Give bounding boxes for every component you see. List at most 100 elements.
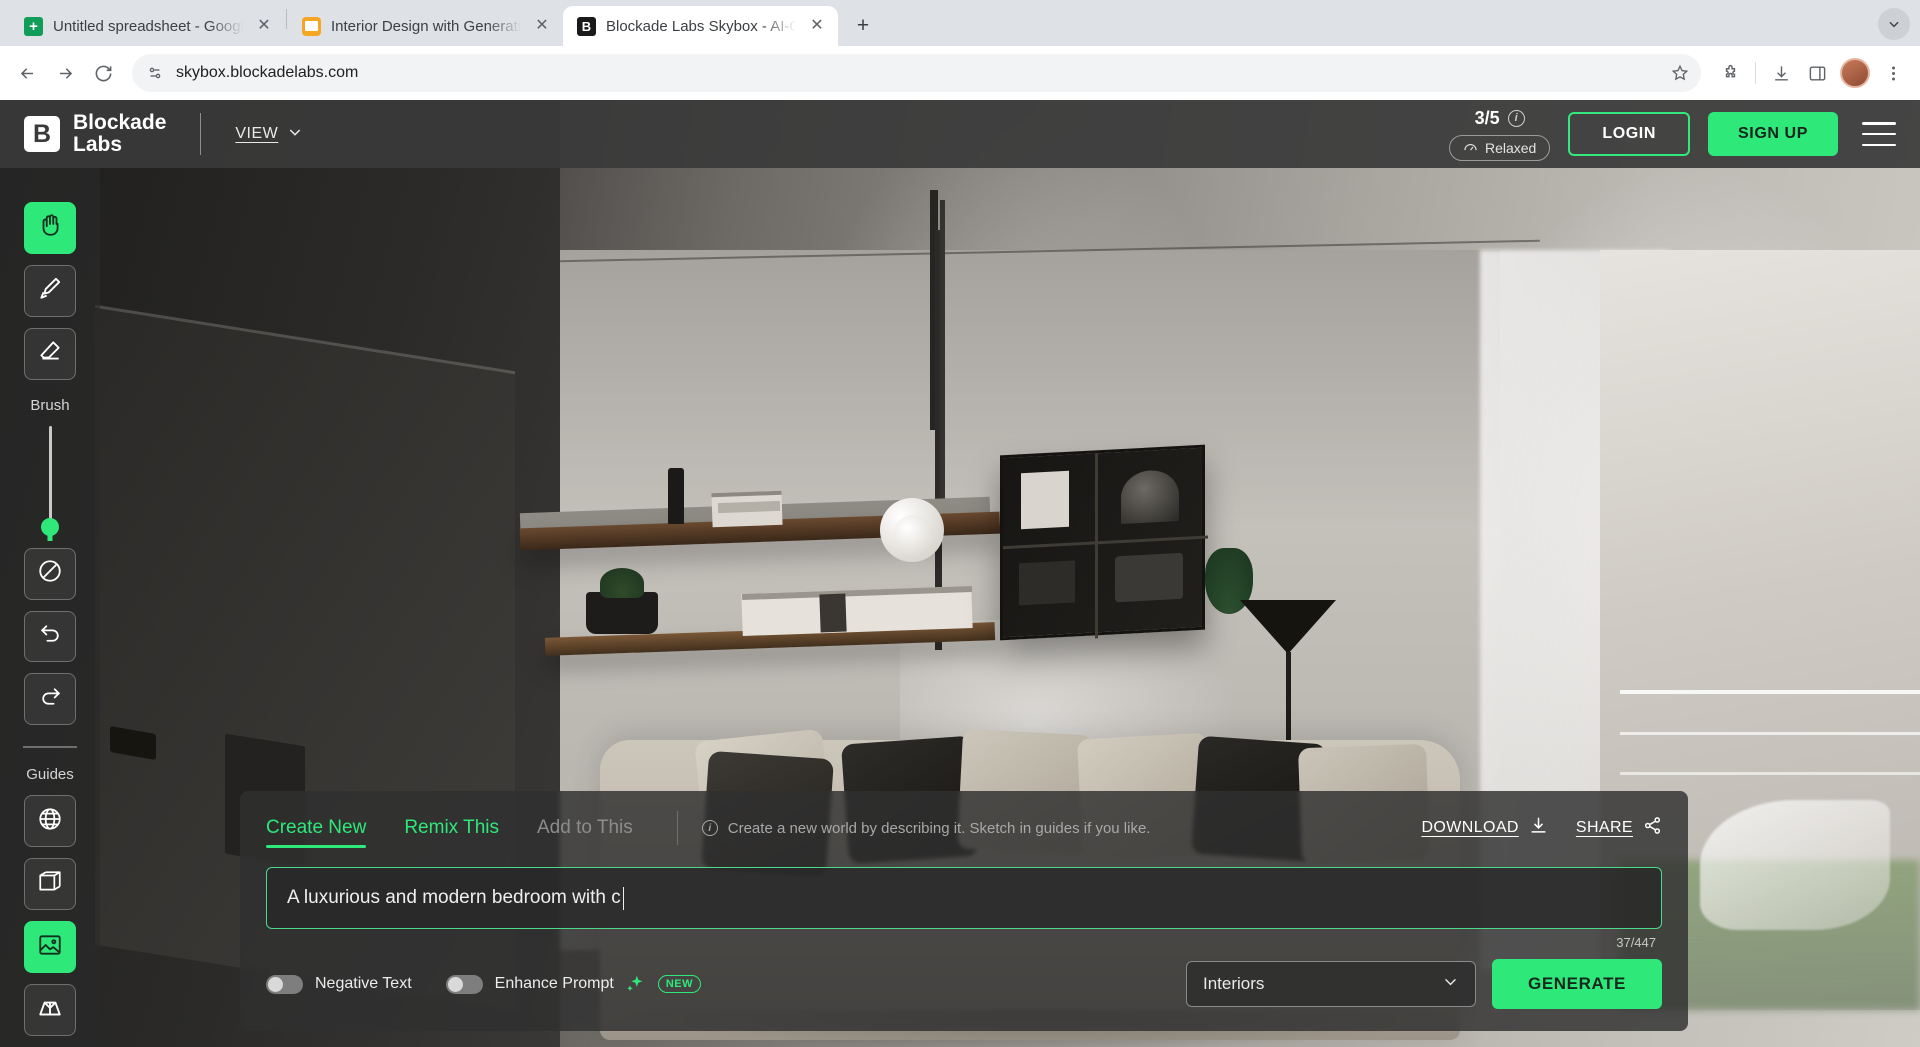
cube-guide-button[interactable] [24, 858, 76, 910]
clear-guides-button[interactable] [24, 548, 76, 600]
logo-line-2: Labs [73, 134, 166, 156]
browser-tabstrip: Untitled spreadsheet - Google ✕ Interior… [0, 0, 1920, 46]
prompt-input-wrapper: A luxurious and modern bedroom with c 37… [266, 867, 1662, 929]
info-icon: i [702, 820, 718, 836]
back-arrow-icon[interactable] [10, 56, 44, 90]
new-tab-button[interactable]: + [846, 9, 880, 43]
logo-line-1: Blockade [73, 112, 166, 134]
browser-tab-title: Blockade Labs Skybox - AI-G [606, 18, 796, 35]
image-guide-button[interactable] [24, 921, 76, 973]
cube-icon [37, 869, 63, 900]
close-icon[interactable]: ✕ [253, 15, 275, 37]
hamburger-menu-icon[interactable] [1862, 122, 1896, 146]
star-icon[interactable] [1671, 64, 1689, 82]
login-button[interactable]: LOGIN [1568, 112, 1690, 156]
panel-hint-text: Create a new world by describing it. Ske… [728, 820, 1151, 837]
globe-icon [37, 806, 63, 837]
download-button[interactable]: DOWNLOAD [1421, 816, 1547, 840]
view-label: VIEW [235, 125, 278, 143]
share-button[interactable]: SHARE [1576, 816, 1662, 840]
brush-size-slider-handle[interactable] [41, 518, 59, 536]
sparkles-icon [624, 973, 646, 995]
prompt-panel: Create New Remix This Add to This i Crea… [240, 791, 1688, 1031]
blockade-labs-icon [577, 17, 596, 36]
eraser-icon [37, 338, 63, 369]
dome-icon [37, 995, 63, 1026]
panel-bottom-row: Negative Text Enhance Prompt NEW Interio… [266, 959, 1662, 1009]
app-header: B Blockade Labs VIEW 3/5 i [0, 100, 1920, 168]
chevron-down-icon[interactable] [1878, 8, 1910, 40]
brush-tool-button[interactable] [24, 265, 76, 317]
google-sheets-icon [24, 17, 43, 36]
negative-text-toggle[interactable] [266, 975, 303, 994]
close-icon[interactable]: ✕ [531, 15, 553, 37]
share-icon [1643, 816, 1662, 840]
brush-size-label: Brush [30, 397, 69, 414]
side-panel-icon[interactable] [1800, 56, 1834, 90]
enhance-prompt-toggle[interactable] [446, 975, 483, 994]
credits-counter: 3/5 i [1475, 108, 1525, 129]
redo-icon [38, 684, 63, 714]
three-dot-menu-icon[interactable] [1876, 56, 1910, 90]
browser-tab-title: Interior Design with Generativ [331, 18, 521, 35]
browser-tab-3[interactable]: Blockade Labs Skybox - AI-G ✕ [563, 6, 838, 46]
speed-icon [1463, 140, 1478, 156]
enhance-prompt-label: Enhance Prompt [495, 975, 614, 993]
credits-area: 3/5 i Relaxed [1449, 108, 1550, 161]
download-icon[interactable] [1764, 56, 1798, 90]
pan-tool-button[interactable] [24, 202, 76, 254]
reload-icon[interactable] [86, 56, 120, 90]
skybox-app: B Blockade Labs VIEW 3/5 i [0, 100, 1920, 1047]
download-icon [1529, 816, 1548, 840]
site-settings-icon[interactable] [146, 64, 164, 82]
forward-arrow-icon[interactable] [48, 56, 82, 90]
header-divider [200, 113, 201, 155]
tab-remix-this[interactable]: Remix This [404, 817, 499, 848]
puzzle-icon[interactable] [1713, 56, 1747, 90]
omnibox[interactable]: skybox.blockadelabs.com [132, 54, 1701, 92]
eraser-tool-button[interactable] [24, 328, 76, 380]
tabstrip-right-controls [1878, 8, 1920, 46]
browser-toolbar-right [1713, 56, 1910, 90]
download-label: DOWNLOAD [1421, 819, 1518, 837]
browser-tab-title: Untitled spreadsheet - Google [53, 18, 243, 35]
tab-create-new[interactable]: Create New [266, 817, 366, 848]
rail-divider [23, 746, 77, 748]
avatar[interactable] [1840, 58, 1870, 88]
dome-guide-button[interactable] [24, 984, 76, 1036]
browser-tab-1[interactable]: Untitled spreadsheet - Google ✕ [10, 6, 285, 46]
new-badge: NEW [658, 975, 701, 993]
prompt-input-value: A luxurious and modern bedroom with c [287, 887, 621, 909]
browser-tab-2[interactable]: Interior Design with Generativ ✕ [288, 6, 563, 46]
header-right: 3/5 i Relaxed LOGIN SIGN UP [1449, 108, 1896, 161]
logo[interactable]: B Blockade Labs [24, 112, 166, 156]
info-icon[interactable]: i [1508, 110, 1525, 127]
brush-size-slider[interactable] [49, 426, 52, 536]
hand-icon [37, 212, 63, 243]
prompt-input[interactable]: A luxurious and modern bedroom with c [266, 867, 1662, 929]
toolbar-divider [1755, 62, 1756, 84]
generate-button[interactable]: GENERATE [1492, 959, 1662, 1009]
left-toolbar: Brush Guides [0, 168, 100, 1047]
browser-toolbar: skybox.blockadelabs.com [0, 46, 1920, 100]
url-text: skybox.blockadelabs.com [176, 64, 1659, 82]
panel-actions: DOWNLOAD SHARE [1421, 816, 1662, 848]
paintbrush-icon [37, 275, 63, 306]
status-badge[interactable]: Relaxed [1449, 135, 1550, 161]
image-icon [37, 932, 63, 963]
view-dropdown[interactable]: VIEW [235, 124, 303, 145]
blockade-labs-logo-icon: B [24, 116, 60, 152]
tab-add-to-this[interactable]: Add to This [537, 817, 633, 848]
redo-button[interactable] [24, 673, 76, 725]
panel-divider [677, 811, 678, 845]
negative-text-label: Negative Text [315, 975, 412, 993]
sphere-guide-button[interactable] [24, 795, 76, 847]
undo-button[interactable] [24, 611, 76, 663]
close-icon[interactable]: ✕ [806, 15, 828, 37]
signup-button[interactable]: SIGN UP [1708, 112, 1838, 156]
chevron-down-icon [287, 124, 303, 145]
guides-label: Guides [26, 766, 74, 783]
style-select[interactable]: Interiors [1186, 961, 1476, 1007]
share-label: SHARE [1576, 819, 1633, 837]
panel-hint: i Create a new world by describing it. S… [702, 820, 1151, 845]
